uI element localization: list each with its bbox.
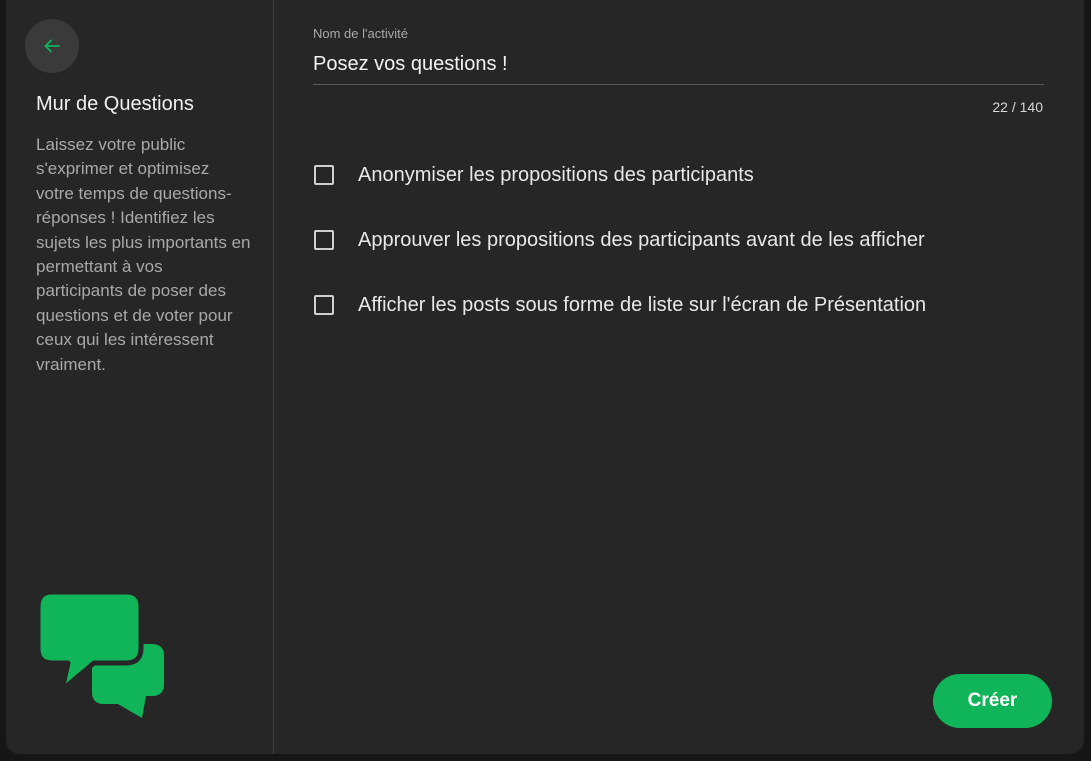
activity-name-input[interactable] (313, 53, 1044, 85)
create-activity-dialog: Mur de Questions Laissez votre public s'… (6, 0, 1084, 754)
activity-options: Anonymiser les propositions des particip… (314, 160, 926, 355)
option-anonymize[interactable]: Anonymiser les propositions des particip… (314, 160, 926, 190)
speech-bubbles-icon (38, 592, 164, 718)
create-button[interactable]: Créer (933, 674, 1052, 728)
list-view-checkbox[interactable] (314, 295, 334, 315)
anonymize-checkbox[interactable] (314, 165, 334, 185)
option-label: Approuver les propositions des participa… (358, 228, 925, 251)
option-approve[interactable]: Approuver les propositions des participa… (314, 225, 926, 255)
activity-info-sidebar: Mur de Questions Laissez votre public s'… (6, 0, 274, 754)
activity-name-field: Nom de l'activité (313, 26, 1044, 85)
option-list-view[interactable]: Afficher les posts sous forme de liste s… (314, 290, 926, 320)
activity-form: Nom de l'activité 22 / 140 Anonymiser le… (274, 0, 1084, 754)
arrow-left-icon (44, 39, 60, 53)
approve-checkbox[interactable] (314, 230, 334, 250)
character-counter: 22 / 140 (992, 99, 1043, 115)
activity-title: Mur de Questions (36, 93, 194, 115)
activity-name-label: Nom de l'activité (313, 26, 408, 41)
option-label: Afficher les posts sous forme de liste s… (358, 293, 927, 316)
option-label: Anonymiser les propositions des particip… (358, 163, 754, 186)
back-button[interactable] (25, 19, 79, 73)
activity-description: Laissez votre public s'exprimer et optim… (36, 135, 251, 374)
